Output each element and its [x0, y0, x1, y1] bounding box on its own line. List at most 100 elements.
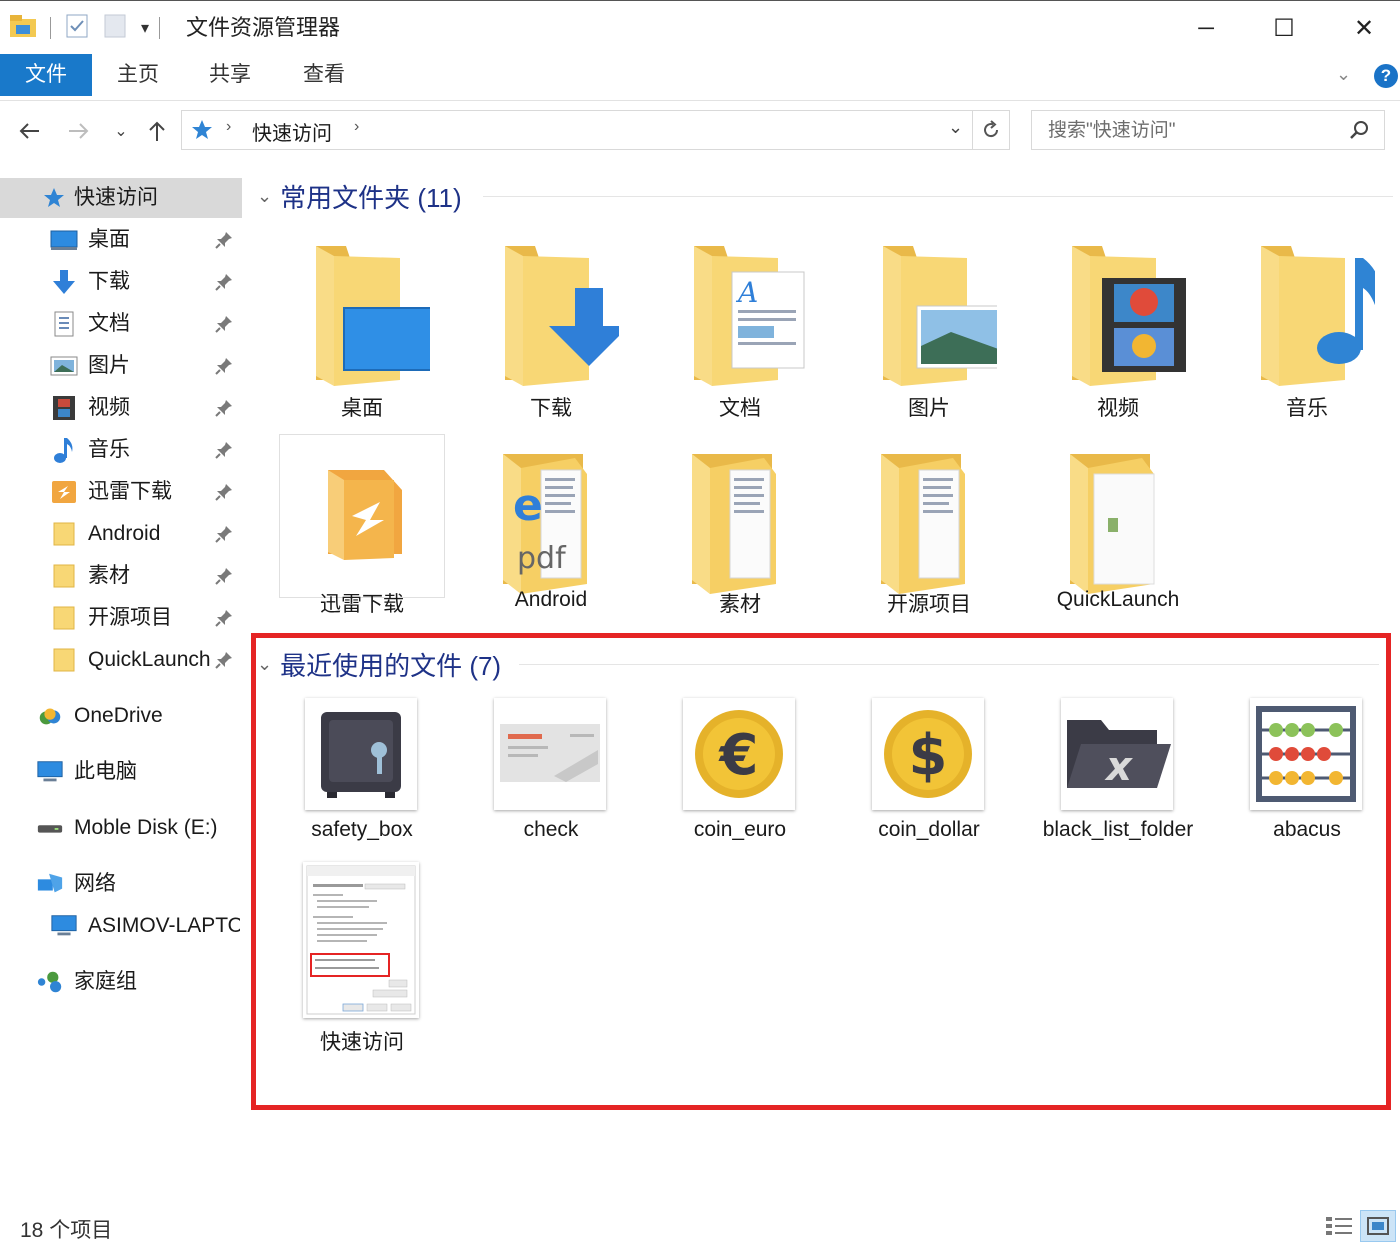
sidebar-item-documents[interactable]: 文档	[0, 304, 242, 344]
tile-coin-euro[interactable]: € coin_euro	[657, 698, 823, 898]
pin-icon[interactable]	[214, 356, 234, 376]
breadcrumb-chevron-icon[interactable]: ›	[226, 118, 231, 136]
sidebar-item-music[interactable]: 音乐	[0, 430, 242, 470]
tile-black-list-folder[interactable]: x black_list_folder	[1035, 698, 1201, 898]
new-folder-icon[interactable]	[103, 13, 127, 44]
group-title: 常用文件夹 (11)	[280, 182, 462, 213]
computer-icon	[36, 760, 64, 784]
thunder-folder-icon	[328, 470, 402, 560]
collapse-chevron-icon[interactable]: ⌄	[257, 654, 272, 675]
tile-pictures[interactable]: 图片	[846, 238, 1012, 438]
svg-text:e: e	[513, 480, 543, 531]
sidebar-item-materials[interactable]: 素材	[0, 556, 242, 596]
videos-folder-icon	[1050, 238, 1186, 388]
properties-icon[interactable]	[65, 13, 89, 44]
pin-icon[interactable]	[214, 482, 234, 502]
tile-desktop[interactable]: 桌面	[279, 238, 445, 438]
back-button[interactable]	[12, 114, 46, 148]
collapse-chevron-icon[interactable]: ⌄	[257, 186, 272, 207]
tile-label: 视频	[1097, 397, 1139, 420]
pin-icon[interactable]	[214, 440, 234, 460]
tab-file[interactable]: 文件	[0, 54, 92, 96]
sidebar-item-onedrive[interactable]: OneDrive	[0, 696, 242, 736]
thumbnail-frame	[494, 698, 606, 810]
breadcrumb-chevron-icon[interactable]: ›	[354, 118, 359, 136]
large-icons-view-button[interactable]	[1360, 1210, 1396, 1242]
tile-label: QuickLaunch	[1056, 588, 1180, 611]
window-title: 文件资源管理器	[186, 15, 341, 40]
sidebar-label: 迅雷下载	[88, 480, 172, 503]
sidebar-item-desktop[interactable]: 桌面	[0, 220, 242, 260]
sidebar-item-network-pc[interactable]: ASIMOV-LAPTOP	[0, 906, 242, 946]
close-button[interactable]: ✕	[1338, 9, 1390, 47]
sidebar-item-quicklaunch[interactable]: QuickLaunch	[0, 640, 242, 680]
folder-icon	[50, 648, 78, 672]
tile-videos[interactable]: 视频	[1035, 238, 1201, 438]
pin-icon[interactable]	[214, 608, 234, 628]
item-count: 18 个项目	[20, 1219, 113, 1242]
forward-button[interactable]	[62, 114, 96, 148]
sidebar-item-android[interactable]: Android	[0, 514, 242, 554]
customize-dropdown-icon[interactable]: ▾	[141, 18, 149, 38]
sidebar-item-quick-access[interactable]: 快速访问	[0, 178, 242, 218]
large-icons-view-icon	[1367, 1217, 1389, 1235]
tile-quicklaunch[interactable]: QuickLaunch	[1035, 444, 1201, 644]
address-bar[interactable]: › 快速访问 › ⌄	[181, 110, 973, 150]
tile-label: Android	[514, 588, 588, 611]
sidebar-label: 家庭组	[74, 970, 137, 993]
group-header-frequent[interactable]: ⌄ 常用文件夹 (11)	[257, 176, 462, 216]
sidebar-item-homegroup[interactable]: 家庭组	[0, 962, 242, 1002]
help-icon[interactable]: ?	[1374, 64, 1398, 88]
sidebar-item-mobile-disk[interactable]: Moble Disk (E:)	[0, 808, 242, 848]
tile-android[interactable]: e pdf Android	[468, 444, 634, 644]
pin-icon[interactable]	[214, 524, 234, 544]
address-dropdown-icon[interactable]: ⌄	[948, 117, 963, 138]
tab-home[interactable]: 主页	[100, 54, 176, 96]
tile-quick-access-screenshot[interactable]: 快速访问	[279, 862, 445, 1062]
expand-ribbon-icon[interactable]: ⌄	[1336, 64, 1351, 85]
sidebar-item-this-pc[interactable]: 此电脑	[0, 752, 242, 792]
up-button[interactable]	[140, 114, 174, 148]
search-box[interactable]	[1031, 110, 1385, 150]
thunder-icon	[50, 480, 78, 504]
pin-icon[interactable]	[214, 230, 234, 250]
tile-downloads[interactable]: 下载	[468, 238, 634, 438]
pin-icon[interactable]	[214, 314, 234, 334]
sidebar-item-thunder-download[interactable]: 迅雷下载	[0, 472, 242, 512]
tab-share[interactable]: 共享	[192, 54, 268, 96]
minimize-button[interactable]: ─	[1180, 9, 1232, 47]
pin-icon[interactable]	[214, 272, 234, 292]
tile-materials[interactable]: 素材	[657, 444, 823, 644]
sidebar-item-network[interactable]: 网络	[0, 864, 242, 904]
tab-view[interactable]: 查看	[286, 54, 362, 96]
sidebar-item-pictures[interactable]: 图片	[0, 346, 242, 386]
tile-documents[interactable]: A 文档	[657, 238, 823, 438]
group-header-recent[interactable]: ⌄ 最近使用的文件 (7)	[257, 644, 501, 684]
refresh-button[interactable]	[972, 110, 1010, 150]
sidebar-item-downloads[interactable]: 下载	[0, 262, 242, 302]
recent-locations-icon[interactable]: ⌄	[104, 114, 138, 148]
tile-thunder-download[interactable]: 迅雷下载	[279, 434, 445, 634]
sidebar-item-open-source[interactable]: 开源项目	[0, 598, 242, 638]
pin-icon[interactable]	[214, 650, 234, 670]
tile-check[interactable]: check	[468, 698, 634, 898]
tile-music[interactable]: 音乐	[1224, 238, 1390, 438]
tile-label: abacus	[1273, 818, 1341, 841]
tile-open-source[interactable]: 开源项目	[846, 444, 1012, 644]
pin-icon[interactable]	[214, 566, 234, 586]
euro-coin-icon: €	[695, 710, 783, 798]
maximize-button[interactable]: ☐	[1258, 9, 1310, 47]
sidebar-label: 快速访问	[74, 186, 158, 209]
tile-coin-dollar[interactable]: $ coin_dollar	[846, 698, 1012, 898]
pin-icon[interactable]	[214, 398, 234, 418]
tile-label: 下载	[530, 397, 572, 420]
sidebar-item-videos[interactable]: 视频	[0, 388, 242, 428]
folder-app-icon	[8, 13, 38, 44]
breadcrumb-quick-access[interactable]: 快速访问	[252, 117, 332, 146]
search-input[interactable]	[1046, 117, 1340, 145]
tile-abacus[interactable]: abacus	[1224, 698, 1390, 898]
pictures-folder-icon	[861, 238, 997, 388]
search-icon[interactable]	[1348, 119, 1370, 146]
details-view-icon[interactable]	[1324, 1214, 1354, 1243]
download-icon	[50, 270, 78, 294]
